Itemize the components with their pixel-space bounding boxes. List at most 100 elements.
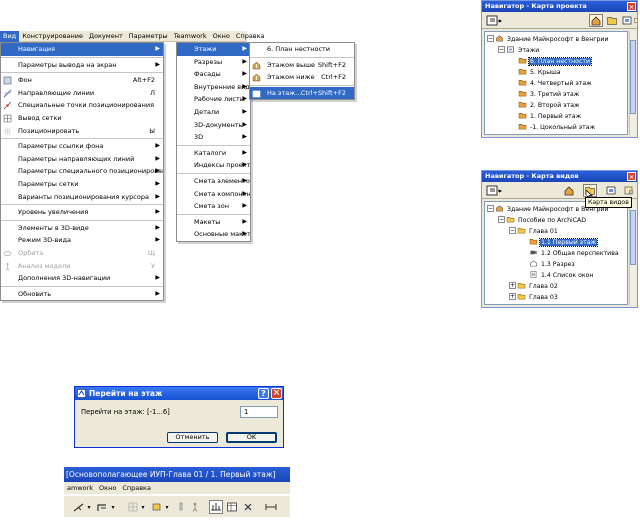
floor-item-6-план-нестности[interactable]: 6. План нестности xyxy=(250,43,354,56)
chevron-down-icon[interactable]: ▾ xyxy=(140,500,146,514)
menubar-item-документ[interactable]: Документ xyxy=(86,31,126,42)
tree-item[interactable]: 6. План нестности xyxy=(509,56,592,66)
expand-icon[interactable]: + xyxy=(509,282,516,289)
nav-item-этажи[interactable]: Этажи ▶ xyxy=(177,43,250,56)
menu-item-параметры-вывода-на-экран[interactable]: Параметры вывода на экран ▶ xyxy=(1,59,163,72)
collapse-icon[interactable]: − xyxy=(487,205,494,212)
floor-item-этажом-выше[interactable]: Этажом выше Shift+F2 xyxy=(250,59,354,72)
tree-item[interactable]: 4. Четвертый этаж xyxy=(509,79,593,87)
strip-menu-item-окно[interactable]: Окно xyxy=(96,484,119,492)
scroll-thumb[interactable] xyxy=(630,210,636,265)
menu-item-специальные-точки-позиционирования[interactable]: Специальные точки позиционирования xyxy=(1,99,163,112)
navigator-popup-button[interactable] xyxy=(485,14,503,27)
menu-item-параметры-сетки[interactable]: Параметры сетки ▶ xyxy=(1,178,163,191)
floor-item-на-этаж[interactable]: На этаж... Ctrl+Shift+F2 xyxy=(250,86,354,100)
tree-item[interactable]: + Разрезы xyxy=(498,134,546,135)
cancel-button[interactable]: Отменить xyxy=(167,432,218,443)
ok-button[interactable]: OK xyxy=(226,432,277,443)
tree-item[interactable]: − Пособие по ArchiCAD xyxy=(498,216,587,224)
nav-item-разрезы[interactable]: Разрезы ▶ xyxy=(177,56,250,69)
nav-item-смета-элементов[interactable]: Смета элементов ▶ xyxy=(177,175,250,188)
menu-item-обновить[interactable]: Обновить ▶ xyxy=(1,288,163,301)
project-map-icon[interactable] xyxy=(589,14,603,27)
tree-item[interactable]: 1.1 Первый этаж xyxy=(520,237,599,247)
project-map-scrollbar[interactable] xyxy=(629,31,636,135)
menu-item-варианты-позиционирования-курсора[interactable]: Варианты позиционирования курсора ▶ xyxy=(1,191,163,204)
tree-item[interactable]: -1. Цокольный этаж xyxy=(509,123,596,131)
layout-book-icon[interactable] xyxy=(620,14,634,27)
help-button[interactable]: ? xyxy=(258,388,269,399)
menubar-item-вид[interactable]: Вид xyxy=(0,30,20,42)
project-map-icon[interactable] xyxy=(562,184,576,197)
nav-item-макеты[interactable]: Макеты ▶ xyxy=(177,216,250,229)
wall-tool-icon[interactable] xyxy=(96,500,110,514)
tree-item[interactable]: 5. Крыша xyxy=(509,68,562,76)
tree-item[interactable]: 1. Первый этаж xyxy=(509,112,582,120)
tree-item[interactable]: 1.2 Общая перспектива xyxy=(520,249,620,257)
collapse-icon[interactable]: − xyxy=(487,35,494,42)
menu-item-элементы-в-3d-виде[interactable]: Элементы в 3D-виде ▶ xyxy=(1,222,163,235)
chevron-down-icon[interactable]: ▾ xyxy=(86,500,92,514)
collapse-icon[interactable]: − xyxy=(509,227,516,234)
nav-item-основные-макеты[interactable]: Основные макеты ▶ xyxy=(177,228,250,241)
nav-item-детали[interactable]: Детали ▶ xyxy=(177,106,250,119)
floor-number-input[interactable]: 1 xyxy=(240,406,278,418)
cross-icon[interactable] xyxy=(241,500,255,514)
chevron-down-icon[interactable]: ▾ xyxy=(110,500,116,514)
nav-item-смета-зон[interactable]: Смета зон ▶ xyxy=(177,200,250,213)
view-map-scrollbar[interactable] xyxy=(629,201,636,305)
publisher-icon[interactable] xyxy=(633,14,639,27)
nav-item-рабочие-листы[interactable]: Рабочие листы ▶ xyxy=(177,93,250,106)
tree-item[interactable]: 3. Третий этаж xyxy=(509,90,580,98)
view-map-close-icon[interactable]: × xyxy=(627,172,636,181)
menubar-item-конструирование[interactable]: Конструирование xyxy=(19,31,86,42)
strip-menu-item-справка[interactable]: Справка xyxy=(119,484,154,492)
tree-item[interactable]: − Этажи xyxy=(498,46,540,54)
pencil-icon[interactable] xyxy=(174,500,188,514)
menubar-item-параметры[interactable]: Параметры xyxy=(126,31,171,42)
dialog-close-button[interactable]: × xyxy=(271,388,282,399)
tree-item[interactable]: − Глава 01 xyxy=(509,227,559,235)
line-tool-icon[interactable] xyxy=(72,500,86,514)
menu-item-направляющие-линии[interactable]: Направляющие линии Л xyxy=(1,87,163,100)
menubar-item-teamwork[interactable]: Teamwork xyxy=(171,31,210,42)
publisher-icon[interactable] xyxy=(622,184,636,197)
grid-snap-icon[interactable] xyxy=(126,500,140,514)
nav-item-внутренние-виды[interactable]: Внутренние виды ▶ xyxy=(177,81,250,94)
menu-item-фон[interactable]: Фон Alt+F2 xyxy=(1,74,163,87)
tree-item[interactable]: 1.3 Разрез xyxy=(520,260,576,268)
tree-item[interactable]: + Глава 03 xyxy=(509,293,559,301)
navigator-popup-button[interactable] xyxy=(485,184,503,197)
tree-item[interactable]: + Глава 02 xyxy=(509,282,559,290)
expand-icon[interactable]: + xyxy=(498,134,505,135)
nav-item-каталоги[interactable]: Каталоги ▶ xyxy=(177,147,250,160)
view-map-icon[interactable] xyxy=(605,14,619,27)
menu-item-позиционировать[interactable]: Позиционировать Ы xyxy=(1,125,163,138)
menu-item-параметры-специального-позиционирования[interactable]: Параметры специального позиционирования ▶ xyxy=(1,165,163,178)
expand-icon[interactable]: + xyxy=(509,293,516,300)
chevron-down-icon[interactable]: ▾ xyxy=(164,500,170,514)
floor-item-этажом-ниже[interactable]: Этажом ниже Ctrl+F2 xyxy=(250,71,354,84)
menubar-item-справка[interactable]: Справка xyxy=(233,31,268,42)
collapse-icon[interactable]: − xyxy=(498,46,505,53)
menubar-item-окно[interactable]: Окно xyxy=(210,31,233,42)
menu-item-параметры-направляющих-линий[interactable]: Параметры направляющих линий ▶ xyxy=(1,153,163,166)
menu-item-дополнения-3d-навигации[interactable]: Дополнения 3D-навигации ▶ xyxy=(1,272,163,285)
walk-icon[interactable] xyxy=(188,500,202,514)
pet-palette-icon[interactable] xyxy=(209,500,223,514)
nav-item-индексы-проекта[interactable]: Индексы проекта ▶ xyxy=(177,159,250,172)
tree-item[interactable]: 1.4 Список окон xyxy=(520,271,594,279)
menu-item-вывод-сетки[interactable]: Вывод сетки xyxy=(1,112,163,125)
layer-tool-icon[interactable] xyxy=(150,500,164,514)
nav-item-3d[interactable]: 3D ▶ xyxy=(177,131,250,144)
expand-icon[interactable]: + xyxy=(509,304,516,305)
menu-item-режим-3d-вида[interactable]: Режим 3D-вида ▶ xyxy=(1,234,163,247)
collapse-icon[interactable]: − xyxy=(498,216,505,223)
scroll-thumb[interactable] xyxy=(630,40,636,114)
nav-item-3d-документы[interactable]: 3D-документы ▶ xyxy=(177,119,250,132)
strip-menu-item-amwork[interactable]: amwork xyxy=(64,484,96,492)
measure-icon[interactable] xyxy=(264,500,278,514)
layout-book-icon[interactable] xyxy=(604,184,618,197)
nav-item-смета-компонент[interactable]: Смета компонент ▶ xyxy=(177,188,250,201)
tree-item[interactable]: + Глава 04 xyxy=(509,304,559,305)
